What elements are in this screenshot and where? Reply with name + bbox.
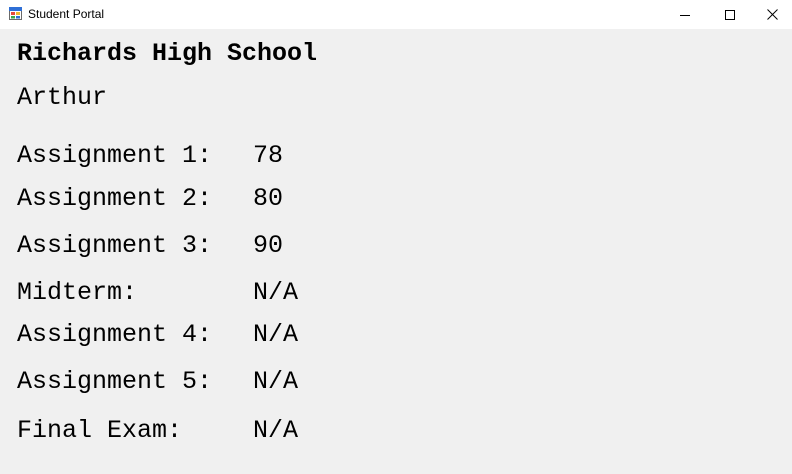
grade-label-assignment-4: Assignment 4: — [17, 320, 213, 349]
grade-label-assignment-3: Assignment 3: — [17, 231, 213, 260]
grade-label-assignment-2: Assignment 2: — [17, 184, 213, 213]
minimize-button[interactable] — [662, 0, 708, 29]
grade-value-assignment-3: 90 — [253, 231, 284, 260]
client-area: Richards High School Arthur Assignment 1… — [0, 29, 792, 474]
close-button[interactable] — [752, 0, 792, 29]
grade-label-midterm: Midterm: — [17, 278, 138, 307]
grade-label-assignment-1: Assignment 1: — [17, 141, 213, 170]
minimize-icon — [680, 10, 690, 20]
school-name-label: Richards High School — [17, 39, 318, 68]
title-bar[interactable]: Student Portal — [0, 0, 792, 29]
window-title: Student Portal — [28, 7, 105, 21]
grade-value-assignment-2: 80 — [253, 184, 284, 213]
grade-value-midterm: N/A — [253, 278, 299, 307]
grade-label-final-exam: Final Exam: — [17, 416, 183, 445]
student-portal-window: Student Portal Richards High School Arth… — [0, 0, 792, 474]
grade-value-final-exam: N/A — [253, 416, 299, 445]
grade-value-assignment-1: 78 — [253, 141, 284, 170]
maximize-icon — [725, 9, 735, 20]
maximize-button[interactable] — [707, 0, 753, 29]
grade-value-assignment-4: N/A — [253, 320, 299, 349]
close-icon — [766, 9, 778, 20]
app-icon[interactable] — [9, 7, 22, 20]
grade-label-assignment-5: Assignment 5: — [17, 367, 213, 396]
student-name-label: Arthur — [17, 83, 108, 112]
grade-value-assignment-5: N/A — [253, 367, 299, 396]
